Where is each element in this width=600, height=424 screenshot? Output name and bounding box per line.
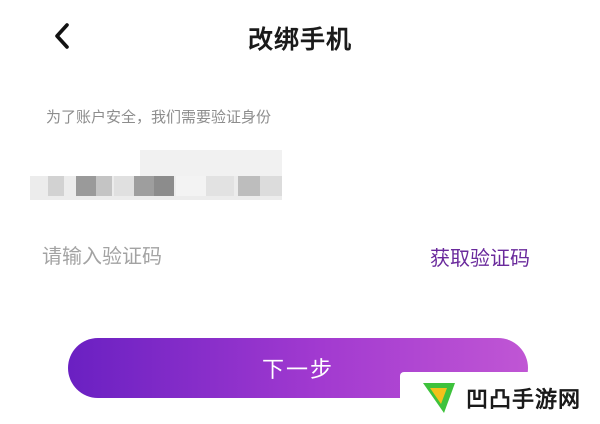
watermark: 凹凸手游网 bbox=[400, 372, 600, 424]
verification-code-input[interactable] bbox=[40, 232, 384, 280]
get-code-button[interactable]: 获取验证码 bbox=[430, 242, 530, 271]
play-triangle-logo bbox=[423, 383, 455, 413]
verification-hint: 为了账户安全，我们需要验证身份 bbox=[46, 108, 272, 126]
page-title: 改绑手机 bbox=[247, 25, 352, 54]
watermark-text: 凹凸手游网 bbox=[466, 388, 582, 413]
masked-phone-number bbox=[30, 150, 282, 200]
top-bar: 改绑手机 bbox=[0, 0, 600, 80]
